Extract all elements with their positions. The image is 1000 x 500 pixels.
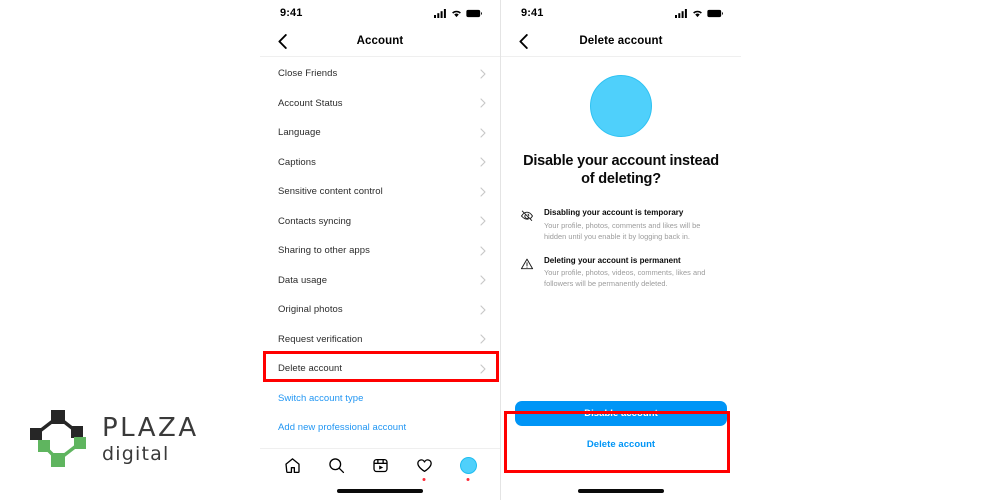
profile-avatar-icon (459, 457, 477, 474)
chevron-right-icon (480, 246, 486, 256)
settings-row-delete-account[interactable]: Delete account (260, 354, 500, 384)
settings-row-account-status[interactable]: Account Status (260, 89, 500, 119)
settings-row-label: Contacts syncing (278, 215, 352, 227)
chevron-right-icon (480, 305, 486, 315)
battery-icon (707, 9, 723, 17)
reels-icon (372, 458, 388, 473)
chevron-right-icon (480, 216, 486, 226)
plaza-digital-logo: PLAZA digital (22, 403, 199, 473)
settings-row-sharing-to-other-apps[interactable]: Sharing to other apps (260, 236, 500, 266)
battery-icon (466, 9, 482, 17)
diamond-nodes-icon (30, 410, 86, 467)
add-new-professional-account-label: Add new professional account (278, 422, 407, 434)
eye-slash-icon (520, 208, 542, 223)
info-description: Your profile, photos, videos, comments, … (544, 268, 706, 289)
settings-row-label: Sharing to other apps (278, 245, 370, 257)
screenshot-stage: 9:41 Account Close Friends Account Statu… (0, 0, 1000, 500)
settings-row-original-photos[interactable]: Original photos (260, 295, 500, 325)
info-title: Disabling your account is temporary (544, 208, 684, 218)
wifi-icon (452, 10, 461, 17)
delete-account-link[interactable]: Delete account (515, 432, 727, 456)
disable-account-button[interactable]: Disable account (515, 401, 727, 426)
signal-icon (675, 8, 687, 18)
settings-row-language[interactable]: Language (260, 118, 500, 148)
status-icon-group (434, 8, 482, 18)
right-phone-panel: 9:41 Delete account Disable your account… (501, 0, 741, 500)
settings-row-close-friends[interactable]: Close Friends (260, 59, 500, 89)
switch-account-type-label: Switch account type (278, 392, 364, 404)
headline: Disable your account instead of deleting… (523, 153, 719, 187)
chevron-right-icon (480, 187, 486, 197)
settings-row-label: Original photos (278, 304, 343, 316)
bottom-tab-bar (260, 448, 500, 482)
settings-row-contacts-syncing[interactable]: Contacts syncing (260, 207, 500, 237)
back-button[interactable] (274, 33, 290, 49)
left-status-bar: 9:41 (260, 0, 500, 26)
warning-triangle-icon (520, 256, 542, 271)
settings-row-label: Sensitive content control (278, 186, 383, 198)
chevron-right-icon (480, 334, 486, 344)
page-title: Delete account (579, 35, 663, 47)
settings-row-request-verification[interactable]: Request verification (260, 325, 500, 355)
settings-row-label: Delete account (278, 363, 343, 375)
chevron-right-icon (480, 128, 486, 138)
logo-subtitle: digital (102, 442, 170, 465)
tab-home[interactable] (279, 453, 305, 479)
home-indicator (337, 489, 423, 493)
settings-row-data-usage[interactable]: Data usage (260, 266, 500, 296)
chevron-left-icon (277, 33, 287, 49)
heart-icon (416, 459, 432, 473)
settings-row-label: Close Friends (278, 68, 338, 80)
profile-avatar (590, 75, 652, 137)
chevron-right-icon (480, 364, 486, 374)
logo-text: PLAZA digital (102, 413, 199, 464)
notification-badge (466, 477, 470, 481)
right-status-bar: 9:41 (501, 0, 741, 26)
tab-reels[interactable] (367, 453, 393, 479)
chevron-left-icon (518, 33, 528, 49)
chevron-right-icon (480, 157, 486, 167)
info-text-block: Deleting your account is permanent Your … (542, 256, 723, 290)
home-indicator (578, 489, 664, 493)
settings-row-label: Account Status (278, 97, 343, 109)
status-time: 9:41 (521, 7, 544, 19)
settings-row-sensitive-content-control[interactable]: Sensitive content control (260, 177, 500, 207)
tab-profile[interactable] (455, 453, 481, 481)
settings-row-label: Language (278, 127, 321, 139)
chevron-right-icon (480, 275, 486, 285)
right-nav-bar: Delete account (501, 26, 741, 57)
left-phone-panel: 9:41 Account Close Friends Account Statu… (260, 0, 500, 500)
signal-icon (434, 8, 446, 18)
delete-account-body: Disable your account instead of deleting… (501, 57, 741, 290)
left-nav-bar: Account (260, 26, 500, 57)
page-title: Account (356, 35, 404, 47)
cta-container: Disable account Delete account (501, 401, 741, 456)
settings-row-label: Captions (278, 156, 316, 168)
settings-row-captions[interactable]: Captions (260, 148, 500, 178)
info-list: Disabling your account is temporary Your… (501, 208, 741, 290)
logo-name: PLAZA (102, 412, 199, 443)
settings-row-label: Data usage (278, 274, 328, 286)
switch-account-type-link[interactable]: Switch account type (260, 384, 500, 414)
info-description: Your profile, photos, comments and likes… (544, 221, 701, 241)
info-title: Deleting your account is permanent (544, 255, 681, 265)
home-icon (284, 458, 300, 474)
notification-badge (422, 477, 426, 481)
tab-search[interactable] (323, 453, 349, 479)
chevron-right-icon (480, 98, 486, 108)
info-row-disabling: Disabling your account is temporary Your… (520, 208, 723, 242)
account-settings-list: Close Friends Account Status Language Ca… (260, 57, 500, 443)
add-new-professional-account-link[interactable]: Add new professional account (260, 413, 500, 443)
search-icon (328, 458, 344, 474)
status-icon-group (675, 8, 723, 18)
wifi-icon (693, 10, 702, 17)
tab-activity[interactable] (411, 453, 437, 481)
status-time: 9:41 (280, 7, 303, 19)
info-text-block: Disabling your account is temporary Your… (542, 208, 723, 242)
info-row-deleting: Deleting your account is permanent Your … (520, 256, 723, 290)
settings-row-label: Request verification (278, 333, 363, 345)
back-button[interactable] (515, 33, 531, 49)
chevron-right-icon (480, 69, 486, 79)
